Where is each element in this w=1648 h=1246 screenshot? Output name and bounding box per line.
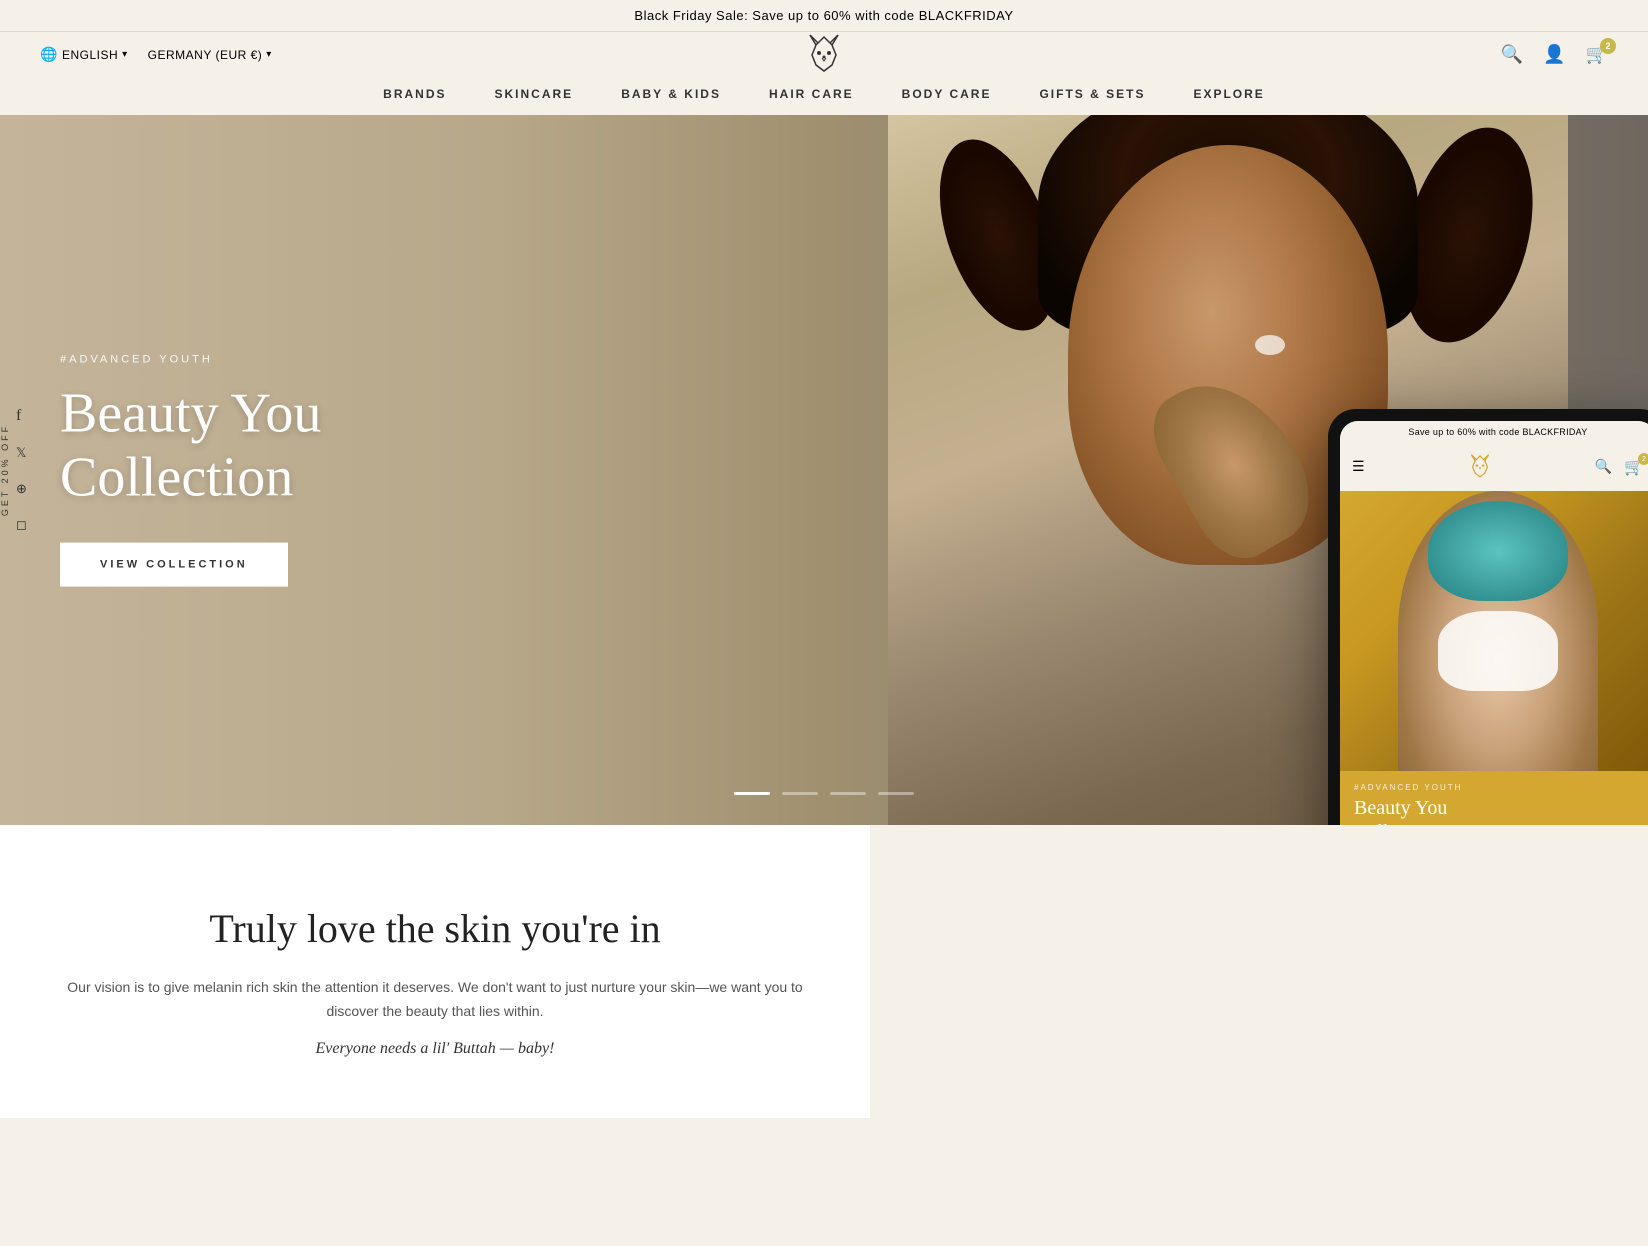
mobile-screen: Save up to 60% with code BLACKFRIDAY ☰ 🔍… [1340,421,1648,825]
slide-dot-3[interactable] [830,792,866,795]
cart-icon[interactable]: 🛒 2 [1586,44,1608,65]
nav-item-baby-kids[interactable]: BABY & KIDS [621,87,721,101]
below-description: Our vision is to give melanin rich skin … [40,976,830,1024]
main-nav: BRANDS SKINCARE BABY & KIDS HAIR CARE BO… [0,77,1648,115]
below-fold-wrapper: Truly love the skin you're in Our vision… [0,825,1648,1118]
nav-item-gifts-sets[interactable]: GIFTS & SETS [1039,87,1145,101]
below-fold-section: Truly love the skin you're in Our vision… [0,825,870,1118]
account-icon[interactable]: 👤 [1543,44,1565,65]
nav-item-brands[interactable]: BRANDS [383,87,446,101]
announcement-text: Black Friday Sale: Save up to 60% with c… [634,8,1013,23]
nav-item-explore[interactable]: EXPLORE [1193,87,1264,101]
chevron-down-icon-2: ▾ [266,49,272,60]
announcement-bar: Black Friday Sale: Save up to 60% with c… [0,0,1648,32]
language-label: ENGLISH [62,48,118,62]
cream-dot [1255,335,1285,355]
header: 🌐 ENGLISH ▾ GERMANY (EUR €) ▾ 🔍 👤 [0,32,1648,77]
mobile-cart-badge: 2 [1638,453,1648,465]
facebook-icon[interactable]: f [16,407,27,425]
mobile-towel [1428,501,1568,601]
slide-dots [734,792,914,795]
nav-item-body-care[interactable]: BODY CARE [902,87,992,101]
mobile-woman [1398,491,1598,771]
nav-item-skincare[interactable]: SKINCARE [495,87,574,101]
mobile-mask [1438,611,1558,691]
currency-label: GERMANY (EUR €) [148,48,263,62]
pinterest-icon[interactable]: ⊕ [16,481,27,497]
mobile-header: ☰ 🔍 🛒 2 [1340,443,1648,491]
promo-sidebar[interactable]: GET 20% OFF [0,424,10,516]
mobile-search-icon[interactable]: 🔍 [1595,459,1612,476]
search-icon[interactable]: 🔍 [1501,44,1523,65]
mobile-title: Beauty You Collection [1354,796,1642,825]
hero-title: Beauty You Collection [60,382,321,511]
mobile-mockup: Save up to 60% with code BLACKFRIDAY ☰ 🔍… [1328,409,1648,825]
logo[interactable] [798,29,850,81]
currency-selector[interactable]: GERMANY (EUR €) ▾ [148,48,272,62]
cart-badge: 2 [1600,38,1616,54]
chevron-down-icon: ▾ [122,49,128,60]
below-title: Truly love the skin you're in [40,905,830,952]
twitter-icon[interactable]: 𝕏 [16,445,27,461]
mobile-announcement: Save up to 60% with code BLACKFRIDAY [1340,421,1648,443]
header-left: 🌐 ENGLISH ▾ GERMANY (EUR €) ▾ [40,46,272,63]
slide-dot-4[interactable] [878,792,914,795]
view-collection-button[interactable]: VIEW COLLECTION [60,542,288,586]
mobile-cart-wrap[interactable]: 🛒 2 [1624,457,1644,477]
nav-item-hair-care[interactable]: HAIR CARE [769,87,854,101]
mobile-logo[interactable] [1464,451,1496,483]
mobile-tag: #ADVANCED YOUTH [1354,783,1642,792]
hero-tag: #ADVANCED YOUTH [60,354,321,366]
slide-dot-2[interactable] [782,792,818,795]
hero-content: #ADVANCED YOUTH Beauty You Collection VI… [60,354,321,587]
below-tagline: Everyone needs a lil' Buttah — baby! [40,1040,830,1058]
hero-section: f 𝕏 ⊕ ◻ GET 20% OFF #ADVANCED YOUTH Beau… [0,115,1648,825]
mobile-menu-icon[interactable]: ☰ [1352,459,1365,476]
instagram-icon[interactable]: ◻ [16,517,27,533]
globe-icon: 🌐 [40,46,58,63]
slide-dot-1[interactable] [734,792,770,795]
mobile-hero-content: #ADVANCED YOUTH Beauty You Collection VI… [1340,771,1648,825]
language-selector[interactable]: 🌐 ENGLISH ▾ [40,46,128,63]
header-right: 🔍 👤 🛒 2 [1501,44,1608,65]
mobile-hero-image [1340,491,1648,771]
